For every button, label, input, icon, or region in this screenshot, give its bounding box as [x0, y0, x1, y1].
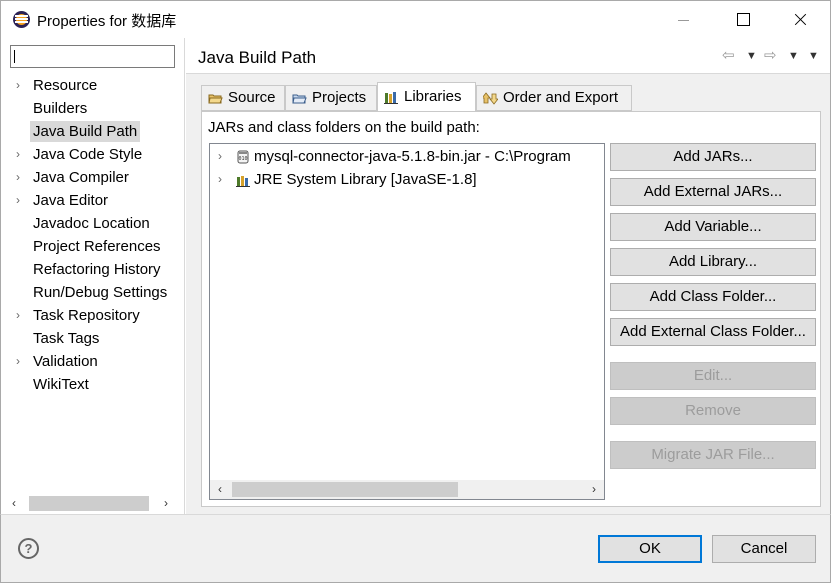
libraries-tab-content: JARs and class folders on the build path… — [201, 111, 821, 507]
page-header: Java Build Path ⇦ ▼ ⇨ ▼ ▼ — [186, 38, 830, 74]
chevron-right-icon[interactable]: › — [218, 145, 222, 168]
migrate-jar-file-button[interactable]: Migrate JAR File... — [610, 441, 816, 469]
nav-item-task-repository[interactable]: › Task Repository — [1, 304, 185, 327]
forward-dropdown-icon[interactable]: ▼ — [788, 50, 799, 62]
tab-label: Source — [228, 89, 276, 106]
nav-list: › Resource Builders Java Build Path › Ja… — [1, 74, 185, 396]
jar-icon: 010 — [237, 150, 249, 164]
scrollbar-thumb[interactable] — [232, 482, 458, 497]
source-folder-icon — [208, 94, 223, 104]
nav-item-task-tags[interactable]: Task Tags — [1, 327, 185, 350]
nav-item-label: WikiText — [33, 376, 89, 393]
tab-label: Libraries — [404, 88, 462, 105]
remove-button[interactable]: Remove — [610, 397, 816, 425]
chevron-right-icon[interactable]: › — [16, 189, 20, 212]
back-arrow-icon[interactable]: ⇦ — [722, 46, 735, 64]
tree-row-jre-system-library[interactable]: › JRE System Library [JavaSE-1.8] — [210, 168, 602, 191]
nav-item-refactoring-history[interactable]: Refactoring History — [1, 258, 185, 281]
nav-item-resource[interactable]: › Resource — [1, 74, 185, 97]
view-menu-icon[interactable]: ▼ — [808, 50, 819, 62]
tab-label: Projects — [312, 89, 367, 106]
page-title: Java Build Path — [198, 48, 317, 67]
order-export-icon — [483, 92, 498, 105]
chevron-right-icon[interactable]: › — [16, 350, 20, 373]
tab-projects[interactable]: Projects — [285, 85, 377, 111]
nav-item-java-build-path[interactable]: Java Build Path — [1, 120, 185, 143]
nav-item-builders[interactable]: Builders — [1, 97, 185, 120]
nav-item-run-debug-settings[interactable]: Run/Debug Settings — [1, 281, 185, 304]
nav-item-label: Builders — [33, 100, 88, 117]
build-path-tree[interactable]: › 010 mysql-connector-java-5.1.8-bin.jar… — [209, 143, 605, 500]
chevron-right-icon[interactable]: › — [218, 168, 222, 191]
tab-libraries[interactable]: Libraries — [377, 82, 476, 111]
nav-item-label: Refactoring History — [33, 261, 161, 278]
nav-item-wikitext[interactable]: WikiText — [1, 373, 185, 396]
nav-item-label: Task Repository — [33, 307, 140, 324]
ok-button[interactable]: OK — [598, 535, 702, 563]
nav-item-label: Validation — [33, 353, 98, 370]
tab-label: Order and Export — [503, 89, 619, 106]
add-variable-button[interactable]: Add Variable... — [610, 213, 816, 241]
preference-tree: › Resource Builders Java Build Path › Ja… — [1, 38, 185, 514]
chevron-right-icon[interactable]: › — [16, 143, 20, 166]
nav-item-label: Run/Debug Settings — [33, 284, 168, 301]
tree-horizontal-scrollbar[interactable]: ‹ › — [210, 480, 604, 499]
library-icon — [236, 176, 250, 187]
nav-item-label: Java Editor — [33, 192, 109, 209]
back-dropdown-icon[interactable]: ▼ — [746, 50, 757, 62]
scroll-left-icon[interactable]: ‹ — [210, 480, 230, 499]
add-library-button[interactable]: Add Library... — [610, 248, 816, 276]
nav-item-java-compiler[interactable]: › Java Compiler — [1, 166, 185, 189]
tree-row-mysql-jar[interactable]: › 010 mysql-connector-java-5.1.8-bin.jar… — [210, 145, 602, 168]
chevron-right-icon[interactable]: › — [16, 166, 20, 189]
tab-order-and-export[interactable]: Order and Export — [476, 85, 632, 111]
chevron-right-icon[interactable]: › — [16, 304, 20, 327]
tree-row-label: JRE System Library [JavaSE-1.8] — [254, 171, 477, 188]
nav-item-label: Java Build Path — [30, 121, 141, 142]
scroll-right-icon[interactable]: › — [584, 480, 604, 499]
nav-item-validation[interactable]: › Validation — [1, 350, 185, 373]
section-label: JARs and class folders on the build path… — [208, 119, 480, 136]
properties-page: Java Build Path ⇦ ▼ ⇨ ▼ ▼ Source Project… — [186, 38, 830, 514]
tree-row-label: mysql-connector-java-5.1.8-bin.jar - C:\… — [254, 148, 571, 165]
nav-item-label: Java Code Style — [33, 146, 143, 163]
nav-item-javadoc-location[interactable]: Javadoc Location — [1, 212, 185, 235]
add-jars-button[interactable]: Add JARs... — [610, 143, 816, 171]
eclipse-icon — [13, 11, 30, 28]
close-button[interactable] — [772, 1, 830, 39]
nav-item-java-editor[interactable]: › Java Editor — [1, 189, 185, 212]
chevron-right-icon[interactable]: › — [16, 74, 20, 97]
projects-icon — [292, 94, 307, 104]
nav-horizontal-scrollbar[interactable]: ‹ › — [1, 494, 185, 512]
libraries-icon — [384, 92, 398, 104]
dialog-content: › Resource Builders Java Build Path › Ja… — [0, 38, 831, 514]
nav-item-label: Javadoc Location — [33, 215, 150, 232]
add-external-jars-button[interactable]: Add External JARs... — [610, 178, 816, 206]
maximize-button[interactable] — [713, 1, 771, 39]
cancel-button[interactable]: Cancel — [712, 535, 816, 563]
nav-item-label: Task Tags — [33, 330, 100, 347]
nav-item-project-references[interactable]: Project References — [1, 235, 185, 258]
tab-source[interactable]: Source — [201, 85, 285, 111]
window-title: Properties for 数据库 — [37, 13, 177, 30]
add-external-class-folder-button[interactable]: Add External Class Folder... — [610, 318, 816, 346]
add-class-folder-button[interactable]: Add Class Folder... — [610, 283, 816, 311]
help-icon[interactable]: ? — [18, 538, 39, 559]
svg-text:010: 010 — [238, 156, 247, 162]
scroll-left-icon[interactable]: ‹ — [5, 494, 23, 512]
forward-arrow-icon[interactable]: ⇨ — [764, 46, 777, 64]
scroll-right-icon[interactable]: › — [157, 494, 175, 512]
filter-input[interactable] — [10, 45, 175, 68]
dialog-footer: ? OK Cancel — [0, 514, 831, 583]
minimize-button[interactable] — [654, 1, 712, 39]
nav-item-label: Project References — [33, 238, 161, 255]
scrollbar-thumb[interactable] — [29, 496, 149, 511]
edit-button[interactable]: Edit... — [610, 362, 816, 390]
nav-item-label: Java Compiler — [33, 169, 129, 186]
nav-item-label: Resource — [33, 77, 98, 94]
nav-item-java-code-style[interactable]: › Java Code Style — [1, 143, 185, 166]
title-bar: Properties for 数据库 — [0, 0, 831, 38]
